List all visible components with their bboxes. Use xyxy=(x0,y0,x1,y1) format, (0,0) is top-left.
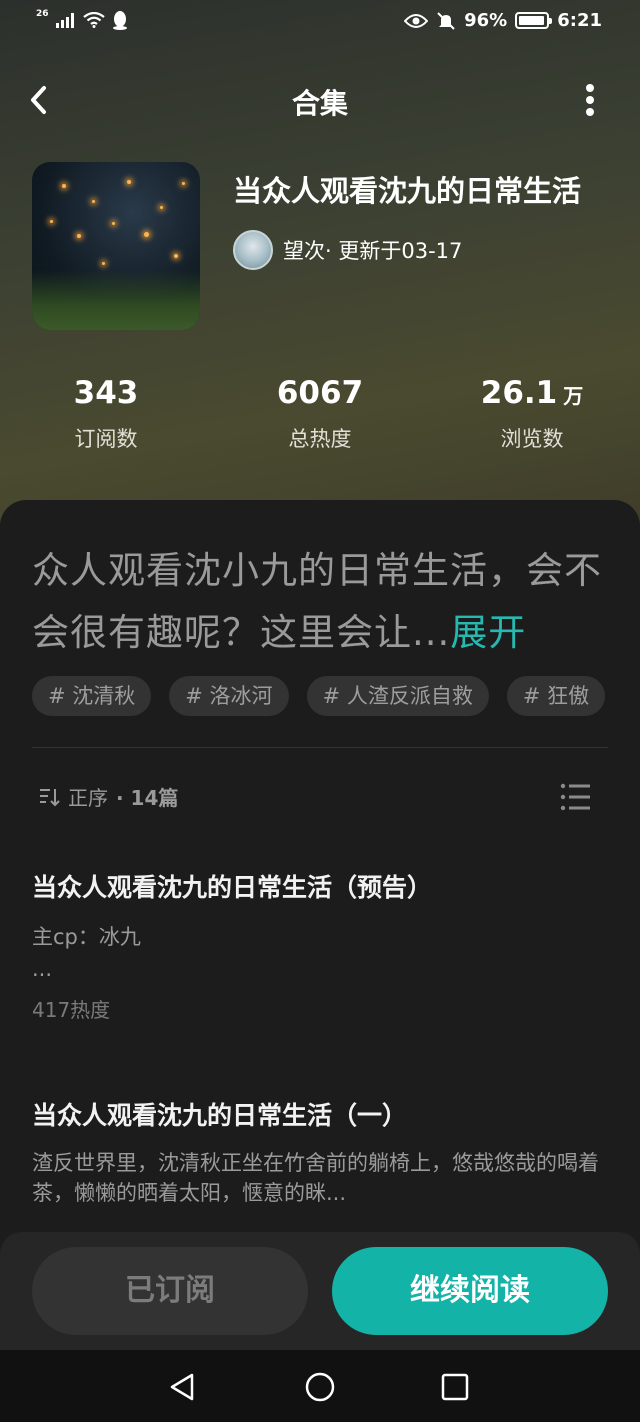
nav-home-button[interactable] xyxy=(303,1370,337,1404)
circle-home-icon xyxy=(305,1372,335,1402)
collection-title: 当众人观看沈九的日常生活 xyxy=(233,174,582,208)
chapter-excerpt: ... xyxy=(32,957,53,981)
more-button[interactable] xyxy=(582,80,598,120)
chapter-excerpt: 主cp：冰九 xyxy=(32,925,141,949)
chapter-item[interactable]: 当众人观看沈九的日常生活（预告） 主cp：冰九 ... 417热度 xyxy=(32,868,608,1023)
qq-icon xyxy=(112,11,127,30)
tag-chip[interactable]: # 狂傲 xyxy=(506,676,606,716)
divider xyxy=(32,747,608,748)
tag-chip[interactable]: # 人渣反派自救 xyxy=(306,676,489,716)
chapter-heat: 417热度 xyxy=(32,998,111,1022)
chapter-title: 当众人观看沈九的日常生活（预告） xyxy=(32,873,433,902)
tag-list: # 沈清秋 # 洛冰河 # 人渣反派自救 # 狂傲 xyxy=(32,676,640,718)
author-name[interactable]: 望次 xyxy=(283,239,325,263)
sort-icon xyxy=(40,788,60,806)
collection-cover-image[interactable] xyxy=(32,162,200,330)
stat-heat: 6067 总热度 xyxy=(276,375,364,451)
update-date: · 更新于03-17 xyxy=(325,239,463,263)
tag-chip[interactable]: # 沈清秋 xyxy=(32,676,152,716)
chapter-item[interactable]: 当众人观看沈九的日常生活（一） 渣反世界里，沈清秋正坐在竹舍前的躺椅上，悠哉悠哉… xyxy=(32,1096,608,1228)
wifi-icon xyxy=(82,12,105,28)
status-bar: 26 96% 6:21 xyxy=(0,0,640,44)
signal-icon xyxy=(55,13,74,28)
chapter-excerpt: 渣反世界里，沈清秋正坐在竹舍前的躺椅上，悠哉悠哉的喝着茶，懒懒的晒着太阳，惬意的… xyxy=(32,1151,599,1205)
system-nav-bar xyxy=(0,1350,640,1422)
list-view-button[interactable] xyxy=(560,782,592,812)
nav-recents-button[interactable] xyxy=(438,1370,472,1404)
expand-link[interactable]: 展开 xyxy=(450,611,526,654)
stat-views: 26.1 万 浏览数 xyxy=(480,375,584,451)
avatar[interactable] xyxy=(233,230,273,270)
triangle-back-icon xyxy=(170,1373,194,1401)
mute-bell-icon xyxy=(437,11,455,30)
chapter-title: 当众人观看沈九的日常生活（一） xyxy=(32,1101,408,1130)
network-type: 26 xyxy=(36,9,49,19)
sort-label: 正序 xyxy=(68,786,108,810)
stat-subscribers: 343 订阅数 xyxy=(73,375,139,451)
author-row[interactable]: 望次· 更新于03-17 xyxy=(233,230,462,270)
eye-icon xyxy=(404,13,429,28)
top-bar: 合集 xyxy=(0,70,640,130)
more-vertical-icon xyxy=(586,84,594,92)
square-recents-icon xyxy=(441,1373,469,1401)
page-title: 合集 xyxy=(291,87,348,120)
clock: 6:21 xyxy=(557,10,602,31)
collection-description[interactable]: 众人观看沈小九的日常生活，会不会很有趣呢？这里会让...展开 xyxy=(32,540,612,664)
battery-icon xyxy=(515,12,553,29)
list-icon xyxy=(560,783,590,811)
nav-back-button[interactable] xyxy=(166,1370,200,1404)
continue-reading-button[interactable]: 继续阅读 xyxy=(332,1247,608,1335)
chapter-count: · 14篇 xyxy=(116,786,179,810)
tag-chip[interactable]: # 洛冰河 xyxy=(169,676,289,716)
sort-toggle[interactable]: 正序 · 14篇 xyxy=(38,782,178,811)
subscribed-button[interactable]: 已订阅 xyxy=(32,1247,308,1335)
battery-percent: 96% xyxy=(464,10,508,31)
